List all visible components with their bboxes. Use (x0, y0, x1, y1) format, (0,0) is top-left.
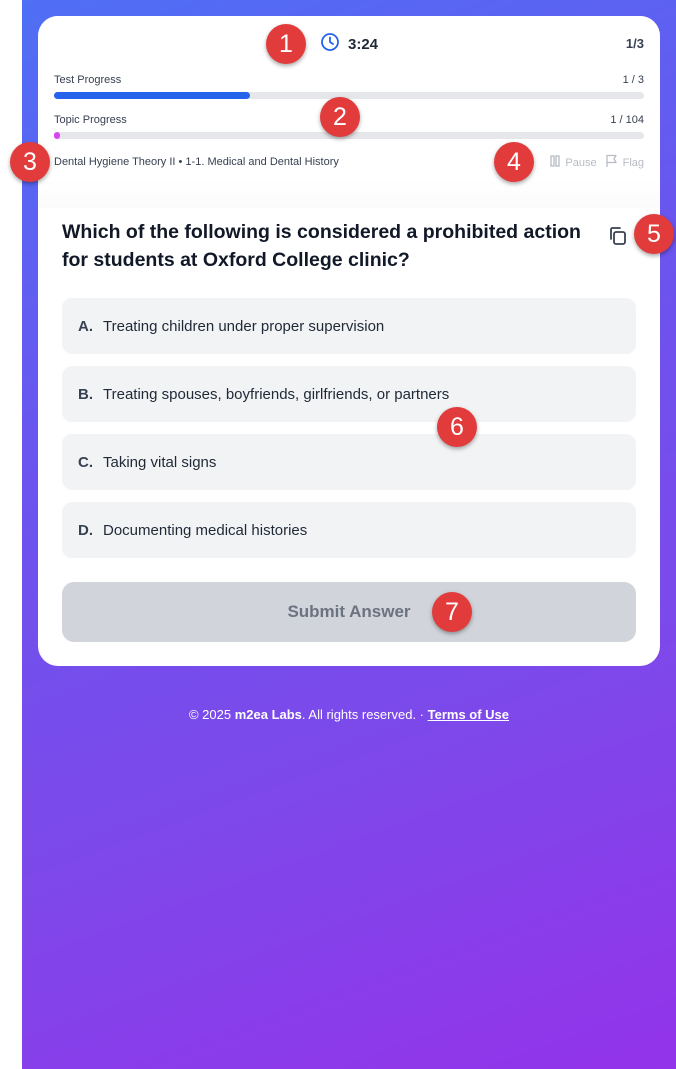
pause-icon (549, 155, 561, 170)
answer-option-b[interactable]: B. Treating spouses, boyfriends, girlfri… (62, 366, 636, 422)
footer: © 2025 m2ea Labs. All rights reserved. ·… (22, 707, 676, 722)
footer-rights: . All rights reserved. · (301, 707, 428, 722)
annotation-marker-5: 5 (634, 214, 674, 254)
test-progress-value: 1 / 3 (622, 74, 644, 86)
option-text: Treating children under proper supervisi… (103, 317, 385, 335)
annotation-marker-6: 6 (437, 407, 477, 447)
option-letter: D. (78, 521, 93, 539)
annotation-marker-1: 1 (266, 24, 306, 64)
annotation-marker-4: 4 (494, 142, 534, 182)
answer-option-c[interactable]: C. Taking vital signs (62, 434, 636, 490)
timer: 3:24 (320, 32, 379, 57)
option-text: Taking vital signs (103, 453, 217, 471)
test-progress-fill (54, 92, 251, 99)
option-text: Documenting medical histories (103, 521, 308, 539)
terms-of-use-link[interactable]: Terms of Use (428, 707, 509, 722)
pause-button[interactable]: Pause (549, 155, 597, 170)
footer-brand: m2ea Labs (234, 707, 302, 722)
footer-copyright: © 2025 (188, 707, 235, 722)
submit-answer-button[interactable]: Submit Answer (62, 582, 636, 642)
option-letter: B. (78, 385, 93, 403)
annotation-marker-2: 2 (320, 97, 360, 137)
answer-option-d[interactable]: D. Documenting medical histories (62, 502, 636, 558)
flag-button[interactable]: Flag (605, 154, 644, 171)
test-progress-label: Test Progress (54, 74, 122, 86)
annotation-marker-3: 3 (10, 142, 50, 182)
clock-icon (320, 32, 340, 57)
topic-progress-fill (54, 132, 60, 139)
quiz-controls: Pause Flag (549, 154, 644, 171)
topic-progress-value: 1 / 104 (610, 114, 644, 126)
annotation-marker-7: 7 (432, 592, 472, 632)
flag-label: Flag (622, 156, 644, 169)
breadcrumb: Dental Hygiene Theory II • 1-1. Medical … (54, 156, 339, 168)
topic-progress-label: Topic Progress (54, 114, 127, 126)
copy-icon[interactable] (606, 224, 630, 253)
option-letter: A. (78, 317, 93, 335)
option-letter: C. (78, 453, 93, 471)
pause-label: Pause (565, 156, 597, 169)
flag-icon (605, 154, 619, 171)
timer-value: 3:24 (348, 35, 379, 53)
question-counter: 1/3 (625, 36, 644, 51)
test-progress-bar (54, 92, 644, 99)
answer-option-a[interactable]: A. Treating children under proper superv… (62, 298, 636, 354)
option-text: Treating spouses, boyfriends, girlfriend… (103, 385, 450, 403)
question-text: Which of the following is considered a p… (62, 221, 581, 271)
